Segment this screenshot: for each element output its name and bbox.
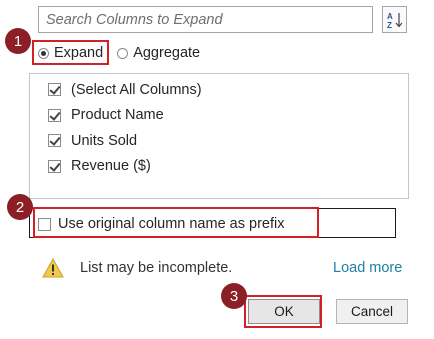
column-list: (Select All Columns) Product Name Units …	[29, 73, 409, 199]
checkbox-select-all[interactable]	[48, 83, 61, 97]
checkbox-product-name[interactable]	[48, 108, 61, 122]
prefix-option[interactable]: Use original column name as prefix	[38, 211, 284, 237]
incomplete-warning: List may be incomplete.	[42, 258, 232, 278]
radio-expand-label: Expand	[54, 45, 104, 61]
list-item-label: (Select All Columns)	[71, 81, 202, 98]
mode-radio-group: Expand Aggregate	[38, 42, 214, 64]
svg-text:Z: Z	[387, 21, 392, 29]
radio-aggregate-indicator[interactable]	[117, 47, 129, 59]
radio-expand-indicator[interactable]	[38, 47, 49, 59]
load-more-link[interactable]: Load more	[333, 258, 402, 278]
ok-button[interactable]: OK	[248, 299, 320, 324]
sort-button[interactable]: A Z	[382, 6, 407, 33]
radio-aggregate-label: Aggregate	[133, 45, 201, 61]
search-input[interactable]: Search Columns to Expand	[38, 6, 373, 33]
radio-expand[interactable]: Expand	[38, 45, 103, 61]
checkbox-revenue[interactable]	[48, 159, 61, 173]
warning-text: List may be incomplete.	[80, 260, 233, 276]
prefix-label: Use original column name as prefix	[58, 216, 285, 232]
list-item-label: Revenue ($)	[71, 158, 151, 175]
step-badge-1: 1	[5, 28, 31, 54]
list-item-product-name[interactable]: Product Name	[30, 103, 408, 129]
cancel-button[interactable]: Cancel	[336, 299, 408, 324]
list-item-revenue[interactable]: Revenue ($)	[30, 154, 408, 180]
step-badge-3: 3	[221, 283, 247, 309]
svg-text:A: A	[387, 12, 393, 21]
list-item-label: Units Sold	[71, 132, 138, 149]
list-item-label: Product Name	[71, 107, 164, 124]
step-badge-2: 2	[7, 194, 33, 220]
list-item-units-sold[interactable]: Units Sold	[30, 128, 408, 154]
radio-aggregate[interactable]: Aggregate	[117, 45, 200, 61]
sort-az-icon: A Z	[387, 12, 402, 29]
checkbox-units-sold[interactable]	[48, 134, 61, 148]
list-item-select-all[interactable]: (Select All Columns)	[30, 77, 408, 103]
prefix-checkbox[interactable]	[38, 217, 51, 231]
search-placeholder: Search Columns to Expand	[46, 11, 223, 28]
warning-icon	[42, 258, 64, 278]
